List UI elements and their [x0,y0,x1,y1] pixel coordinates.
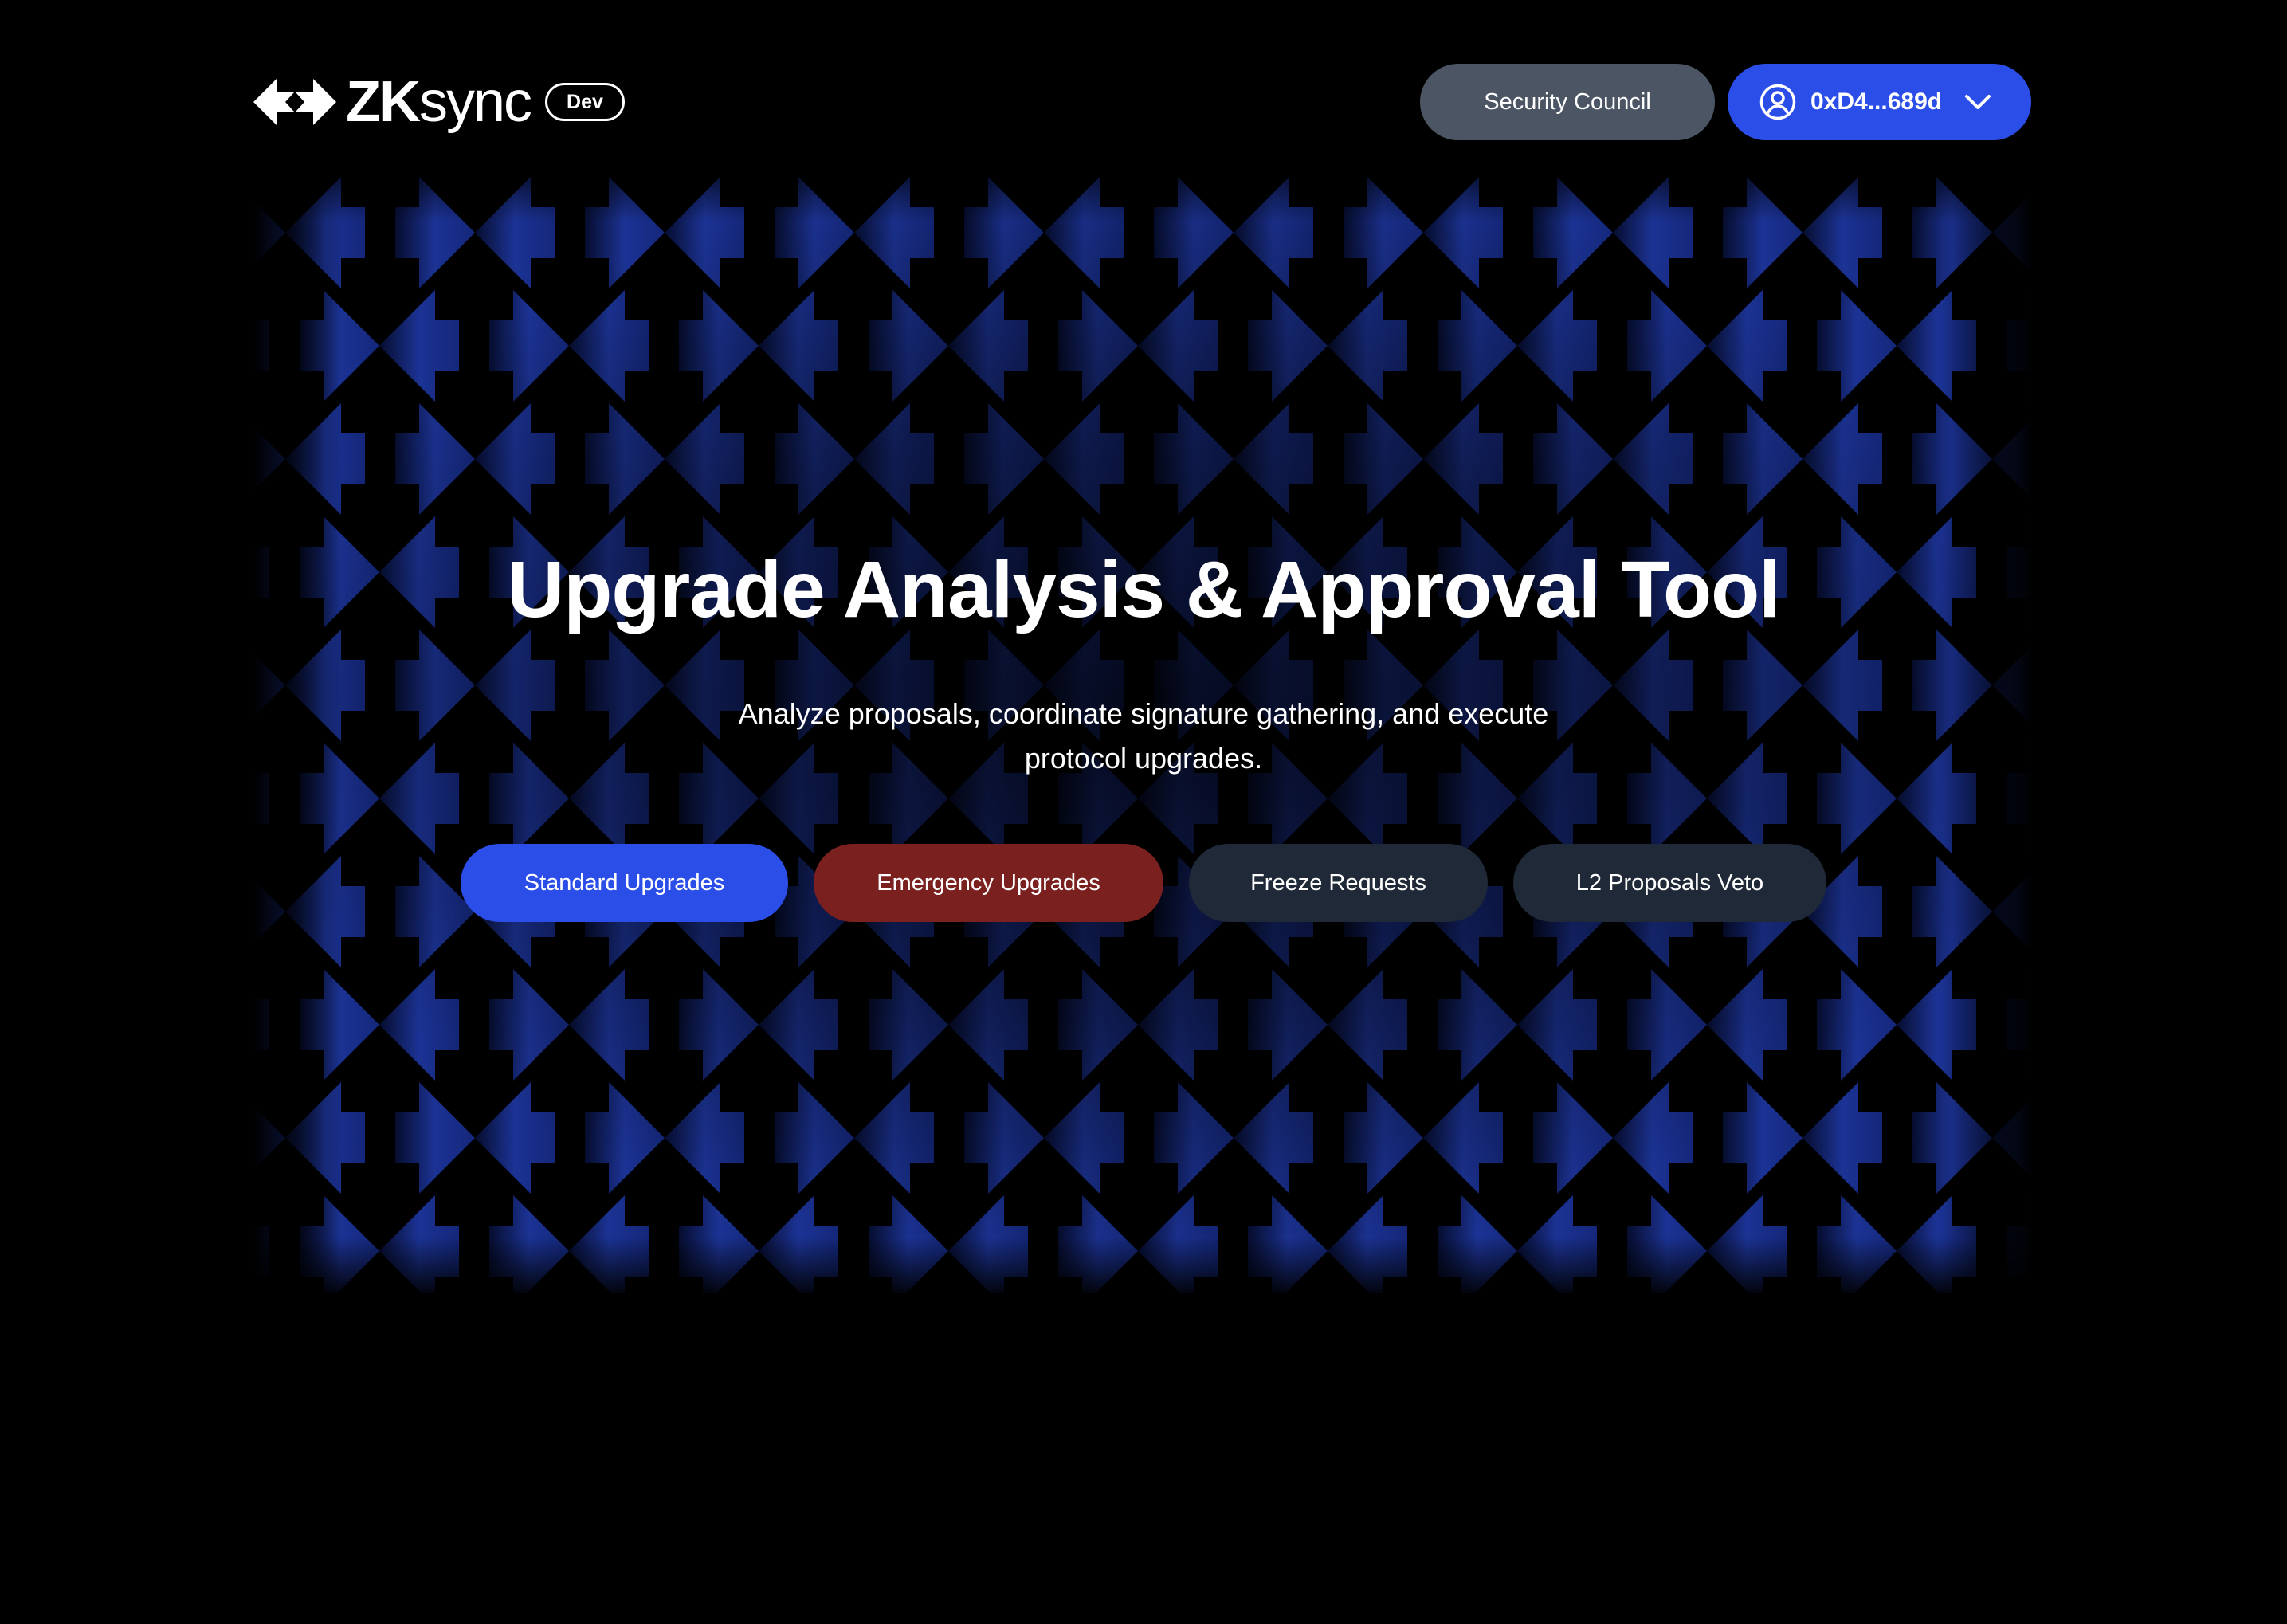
wallet-address: 0xD4...689d [1810,88,1943,115]
l2-proposals-veto-button[interactable]: L2 Proposals Veto [1513,844,1826,922]
zksync-logo[interactable]: ZKsync Dev [253,73,625,131]
security-council-button[interactable]: Security Council [1420,64,1715,140]
standard-upgrades-button[interactable]: Standard Upgrades [461,844,788,922]
emergency-upgrades-button[interactable]: Emergency Upgrades [814,844,1163,922]
user-circle-icon [1759,84,1796,120]
wallet-account-button[interactable]: 0xD4...689d [1728,64,2031,140]
logo-wordmark: ZKsync [346,70,532,134]
upgrade-type-nav: Standard Upgrades Emergency Upgrades Fre… [0,844,2287,922]
top-header: ZKsync Dev Security Council 0xD4...689d [0,0,2287,191]
logo-text-regular: sync [418,70,532,134]
page-title: Upgrade Analysis & Approval Tool [507,545,1781,634]
chevron-down-icon [1965,95,1991,109]
page-subtitle: Analyze proposals, coordinate signature … [738,697,1549,775]
zksync-logo-icon [253,79,336,125]
logo-text-bold: ZK [346,70,421,134]
page: ZKsync Dev Security Council 0xD4...689d … [0,0,2287,1624]
environment-badge: Dev [545,83,625,121]
freeze-requests-button[interactable]: Freeze Requests [1189,844,1488,922]
